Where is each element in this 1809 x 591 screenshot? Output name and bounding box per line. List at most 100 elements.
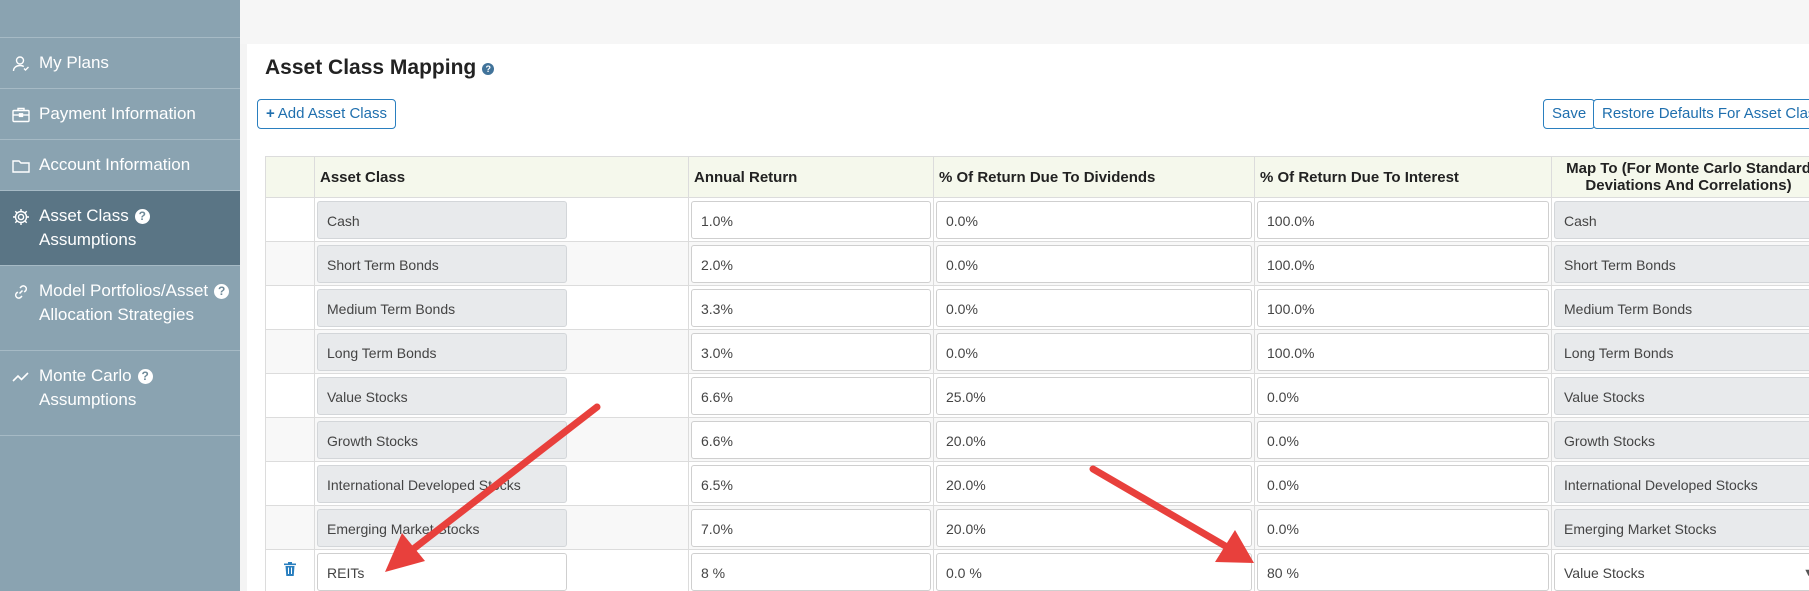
interest-input[interactable]: 100.0%	[1257, 332, 1549, 371]
table-row: Cash 1.0% 0.0% 100.0% Cash	[265, 197, 1809, 242]
col-asset-class-header: Asset Class	[314, 156, 689, 198]
main-panel: Asset Class Mapping? + Add Asset Class Sa…	[247, 44, 1809, 591]
col-dividends-header: % Of Return Due To Dividends	[933, 156, 1255, 198]
map-to-value: International Developed Stocks	[1554, 464, 1809, 503]
link-icon	[14, 285, 28, 299]
interest-input[interactable]: 100.0%	[1257, 200, 1549, 239]
col-interest-header: % Of Return Due To Interest	[1254, 156, 1552, 198]
help-icon[interactable]: ?	[137, 369, 153, 384]
table-body: Cash 1.0% 0.0% 100.0% Cash Short Term Bonds 2.…	[265, 197, 1809, 591]
col-annual-return-header: Annual Return	[688, 156, 934, 198]
map-to-value: Cash	[1554, 200, 1809, 239]
action-cell	[265, 373, 315, 418]
annual-return-input[interactable]: 6.6%	[691, 420, 931, 459]
annual-return-input[interactable]: 6.5%	[691, 464, 931, 503]
sidebar-item-account-information[interactable]: Account Information	[0, 139, 240, 190]
asset-class-table: Asset Class Annual Return % Of Return Du…	[265, 156, 1809, 591]
chart-line-icon	[12, 372, 29, 382]
asset-class-name: Value Stocks	[317, 376, 567, 415]
table-header-row: Asset Class Annual Return % Of Return Du…	[265, 156, 1809, 198]
annual-return-input[interactable]: 3.0%	[691, 332, 931, 371]
table-row: Short Term Bonds 2.0% 0.0% 100.0% Short Term…	[265, 241, 1809, 286]
sidebar-item-asset-class-assumptions[interactable]: Asset Class? Assumptions	[0, 190, 240, 265]
action-cell	[265, 329, 315, 374]
action-cell	[265, 505, 315, 550]
dividends-input[interactable]: 0.0%	[936, 332, 1252, 371]
restore-defaults-button[interactable]: Restore Defaults For Asset Class	[1593, 99, 1809, 129]
interest-input[interactable]: 80 %	[1257, 552, 1549, 591]
table-row: Medium Term Bonds 3.3% 0.0% 100.0% Medium Te…	[265, 285, 1809, 330]
page-title-text: Asset Class Mapping	[265, 56, 477, 79]
annual-return-input[interactable]: 6.6%	[691, 376, 931, 415]
help-icon[interactable]: ?	[134, 209, 150, 224]
help-icon[interactable]: ?	[482, 63, 495, 75]
table-row: REITs 8 % 0.0 % 80 % Value Stocks ▼	[265, 549, 1809, 591]
restore-defaults-label: Restore Defaults For Asset Class	[1602, 105, 1809, 122]
folder-icon	[12, 160, 30, 173]
sidebar-item-label-line2: Assumptions	[39, 390, 137, 409]
interest-input[interactable]: 0.0%	[1257, 420, 1549, 459]
sidebar-item-label: Payment Information	[39, 104, 196, 123]
gear-icon	[13, 209, 29, 225]
table-row: International Developed Stocks 6.5% 20.0% 0…	[265, 461, 1809, 506]
plus-icon: +	[266, 105, 275, 122]
map-to-value: Value Stocks	[1554, 376, 1809, 415]
sidebar-item-my-plans[interactable]: My Plans	[0, 37, 240, 88]
asset-class-name: International Developed Stocks	[317, 464, 567, 503]
dividends-input[interactable]: 20.0%	[936, 508, 1252, 547]
save-label: Save	[1552, 105, 1587, 122]
asset-class-input[interactable]: REITs	[317, 552, 567, 591]
trash-icon[interactable]	[284, 562, 296, 576]
dividends-input[interactable]: 25.0%	[936, 376, 1252, 415]
sidebar-item-label: Account Information	[39, 155, 191, 174]
sidebar-item-label: Asset Class	[39, 206, 129, 225]
sidebar-item-label: Monte Carlo	[39, 366, 132, 385]
annual-return-input[interactable]: 1.0%	[691, 200, 931, 239]
col-action-header	[265, 156, 315, 198]
sidebar-item-model-portfolios[interactable]: Model Portfolios/Asset? Allocation Strat…	[0, 265, 240, 350]
map-to-value: Medium Term Bonds	[1554, 288, 1809, 327]
interest-input[interactable]: 0.0%	[1257, 508, 1549, 547]
asset-class-name: Emerging Market Stocks	[317, 508, 567, 547]
help-icon[interactable]: ?	[214, 284, 230, 299]
sidebar-item-monte-carlo-assumptions[interactable]: Monte Carlo? Assumptions	[0, 350, 240, 436]
annual-return-input[interactable]: 7.0%	[691, 508, 931, 547]
map-to-value: Growth Stocks	[1554, 420, 1809, 459]
map-to-value: Short Term Bonds	[1554, 244, 1809, 283]
table-row: Value Stocks 6.6% 25.0% 0.0% Value Stocks	[265, 373, 1809, 418]
add-asset-class-label: Add Asset Class	[277, 105, 387, 122]
user-icon	[12, 56, 29, 72]
save-button[interactable]: Save	[1543, 99, 1596, 129]
sidebar-item-label: Model Portfolios/Asset	[39, 281, 209, 300]
dividends-input[interactable]: 0.0%	[936, 244, 1252, 283]
interest-input[interactable]: 100.0%	[1257, 288, 1549, 327]
table-row: Long Term Bonds 3.0% 0.0% 100.0% Long Term B…	[265, 329, 1809, 374]
dividends-input[interactable]: 0.0 %	[936, 552, 1252, 591]
interest-input[interactable]: 0.0%	[1257, 464, 1549, 503]
sidebar-item-payment-information[interactable]: Payment Information	[0, 88, 240, 139]
dividends-input[interactable]: 0.0%	[936, 200, 1252, 239]
map-to-select[interactable]: Value Stocks ▼	[1554, 552, 1809, 591]
map-to-value: Emerging Market Stocks	[1554, 508, 1809, 547]
add-asset-class-button[interactable]: + Add Asset Class	[257, 99, 396, 129]
interest-input[interactable]: 100.0%	[1257, 244, 1549, 283]
annual-return-input[interactable]: 8 %	[691, 552, 931, 591]
interest-input[interactable]: 0.0%	[1257, 376, 1549, 415]
action-cell	[265, 285, 315, 330]
annual-return-input[interactable]: 2.0%	[691, 244, 931, 283]
action-cell	[265, 461, 315, 506]
action-cell	[265, 197, 315, 242]
dividends-input[interactable]: 0.0%	[936, 288, 1252, 327]
annual-return-input[interactable]: 3.3%	[691, 288, 931, 327]
sidebar: My Plans Payment Information Account Inf…	[0, 0, 240, 591]
dividends-input[interactable]: 20.0%	[936, 420, 1252, 459]
table-row: Emerging Market Stocks 7.0% 20.0% 0.0% Emerg…	[265, 505, 1809, 550]
table-row: Growth Stocks 6.6% 20.0% 0.0% Growth Stocks	[265, 417, 1809, 462]
dividends-input[interactable]: 20.0%	[936, 464, 1252, 503]
top-bar	[240, 0, 1809, 44]
page-title: Asset Class Mapping?	[265, 56, 495, 80]
sidebar-item-label-line2: Assumptions	[39, 230, 137, 249]
action-cell	[265, 417, 315, 462]
col-map-to-header: Map To (For Monte Carlo Standard Deviati…	[1551, 156, 1809, 198]
asset-class-name: Long Term Bonds	[317, 332, 567, 371]
